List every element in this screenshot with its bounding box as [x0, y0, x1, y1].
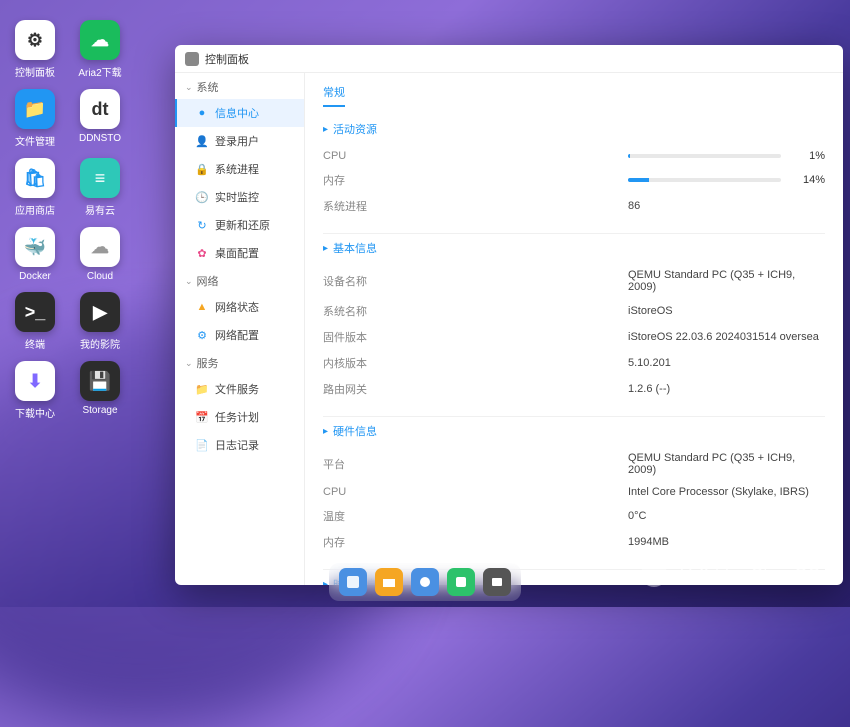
info-row: 内存1994MB	[323, 529, 825, 555]
tab-overview[interactable]: 常规	[323, 84, 345, 107]
info-row: 温度0°C	[323, 503, 825, 529]
dock	[329, 563, 521, 601]
app-icon: ⬇	[15, 361, 55, 401]
app-icon: 💾	[80, 361, 120, 401]
desktop-icon-我的影院[interactable]: ▶我的影院	[75, 292, 125, 351]
chevron-down-icon: ⌄	[185, 276, 193, 287]
info-row: 系统名称iStoreOS	[323, 298, 825, 324]
desktop-icon-DDNSTO[interactable]: dtDDNSTO	[75, 89, 125, 148]
mem-bar	[628, 178, 781, 182]
app-icon: ☁	[80, 20, 120, 60]
dock-item-5[interactable]	[483, 568, 511, 596]
chevron-down-icon: ⌄	[185, 82, 193, 93]
desktop-icon-控制面板[interactable]: ⚙控制面板	[10, 20, 60, 79]
cpu-bar	[628, 154, 781, 158]
sidebar-icon: 📄	[195, 438, 209, 452]
info-row: CPUIntel Core Processor (Skylake, IBRS)	[323, 481, 825, 503]
sidebar-item-桌面配置[interactable]: ✿桌面配置	[175, 239, 304, 267]
info-row: 固件版本iStoreOS 22.03.6 2024031514 oversea	[323, 324, 825, 350]
desktop-icon-应用商店[interactable]: 🛍应用商店	[10, 158, 60, 217]
info-row: 内核版本5.10.201	[323, 350, 825, 376]
info-row: 路由网关1.2.6 (--)	[323, 376, 825, 402]
sidebar-item-网络状态[interactable]: ▲网络状态	[175, 293, 304, 321]
desktop-icon-终端[interactable]: >_终端	[10, 292, 60, 351]
sidebar-item-系统进程[interactable]: 🔒系统进程	[175, 155, 304, 183]
sidebar-item-登录用户[interactable]: 👤登录用户	[175, 127, 304, 155]
main-panel: 常规 ▸活动资源 CPU 1% 内存 14% 系统进程 86	[305, 73, 843, 585]
sidebar-icon: 👤	[195, 134, 209, 148]
dock-item-3[interactable]	[411, 568, 439, 596]
desktop-icon-Cloud[interactable]: ☁Cloud	[75, 227, 125, 282]
desktop-icon-Aria2下载[interactable]: ☁Aria2下载	[75, 20, 125, 79]
app-icon: ▶	[80, 292, 120, 332]
window-title: 控制面板	[205, 51, 249, 67]
titlebar[interactable]: 控制面板	[175, 45, 843, 73]
sidebar-icon: 🔒	[195, 162, 209, 176]
sidebar-group[interactable]: ⌄服务	[175, 349, 304, 375]
section-hardware: ▸硬件信息 平台QEMU Standard PC (Q35 + ICH9, 20…	[323, 416, 825, 555]
desktop-icon-Storage[interactable]: 💾Storage	[75, 361, 125, 420]
app-icon: ≡	[80, 158, 120, 198]
app-icon: 🐳	[15, 227, 55, 267]
wechat-icon: ෧	[641, 561, 667, 587]
sidebar-group[interactable]: ⌄系统	[175, 73, 304, 99]
sidebar-icon: ⚙	[195, 328, 209, 342]
sidebar-icon: 📅	[195, 410, 209, 424]
sidebar-icon: ●	[195, 106, 209, 120]
watermark: ෧ 公众号 · iStoreOS	[641, 561, 820, 587]
sidebar-item-信息中心[interactable]: ●信息中心	[175, 99, 304, 127]
sidebar: ⌄系统●信息中心👤登录用户🔒系统进程🕒实时监控↻更新和还原✿桌面配置⌄网络▲网络…	[175, 73, 305, 585]
sidebar-item-日志记录[interactable]: 📄日志记录	[175, 431, 304, 459]
sidebar-item-更新和还原[interactable]: ↻更新和还原	[175, 211, 304, 239]
sidebar-item-网络配置[interactable]: ⚙网络配置	[175, 321, 304, 349]
desktop-icon-下载中心[interactable]: ⬇下载中心	[10, 361, 60, 420]
window-icon	[185, 52, 199, 66]
dock-item-1[interactable]	[339, 568, 367, 596]
desktop-icon-Docker[interactable]: 🐳Docker	[10, 227, 60, 282]
info-row: 平台QEMU Standard PC (Q35 + ICH9, 2009)	[323, 447, 825, 481]
sidebar-item-任务计划[interactable]: 📅任务计划	[175, 403, 304, 431]
dock-item-4[interactable]	[447, 568, 475, 596]
sidebar-group[interactable]: ⌄网络	[175, 267, 304, 293]
desktop-icon-文件管理[interactable]: 📁文件管理	[10, 89, 60, 148]
sidebar-icon: 📁	[195, 382, 209, 396]
app-icon: 📁	[15, 89, 55, 129]
sidebar-item-实时监控[interactable]: 🕒实时监控	[175, 183, 304, 211]
app-icon: >_	[15, 292, 55, 332]
sidebar-icon: ▲	[195, 300, 209, 314]
app-icon: dt	[80, 89, 120, 129]
info-row: 设备名称QEMU Standard PC (Q35 + ICH9, 2009)	[323, 264, 825, 298]
sidebar-icon: 🕒	[195, 190, 209, 204]
sidebar-icon: ✿	[195, 246, 209, 260]
dock-item-2[interactable]	[375, 568, 403, 596]
tabs: 常规	[323, 78, 825, 107]
section-basic: ▸基本信息 设备名称QEMU Standard PC (Q35 + ICH9, …	[323, 233, 825, 402]
app-icon: ⚙	[15, 20, 55, 60]
app-icon: 🛍	[15, 158, 55, 198]
sidebar-item-文件服务[interactable]: 📁文件服务	[175, 375, 304, 403]
sidebar-icon: ↻	[195, 218, 209, 232]
desktop-icon-易有云[interactable]: ≡易有云	[75, 158, 125, 217]
chevron-down-icon: ⌄	[185, 358, 193, 369]
app-icon: ☁	[80, 227, 120, 267]
control-panel-window: 控制面板 ⌄系统●信息中心👤登录用户🔒系统进程🕒实时监控↻更新和还原✿桌面配置⌄…	[175, 45, 843, 585]
section-activity: ▸活动资源 CPU 1% 内存 14% 系统进程 86	[323, 121, 825, 219]
